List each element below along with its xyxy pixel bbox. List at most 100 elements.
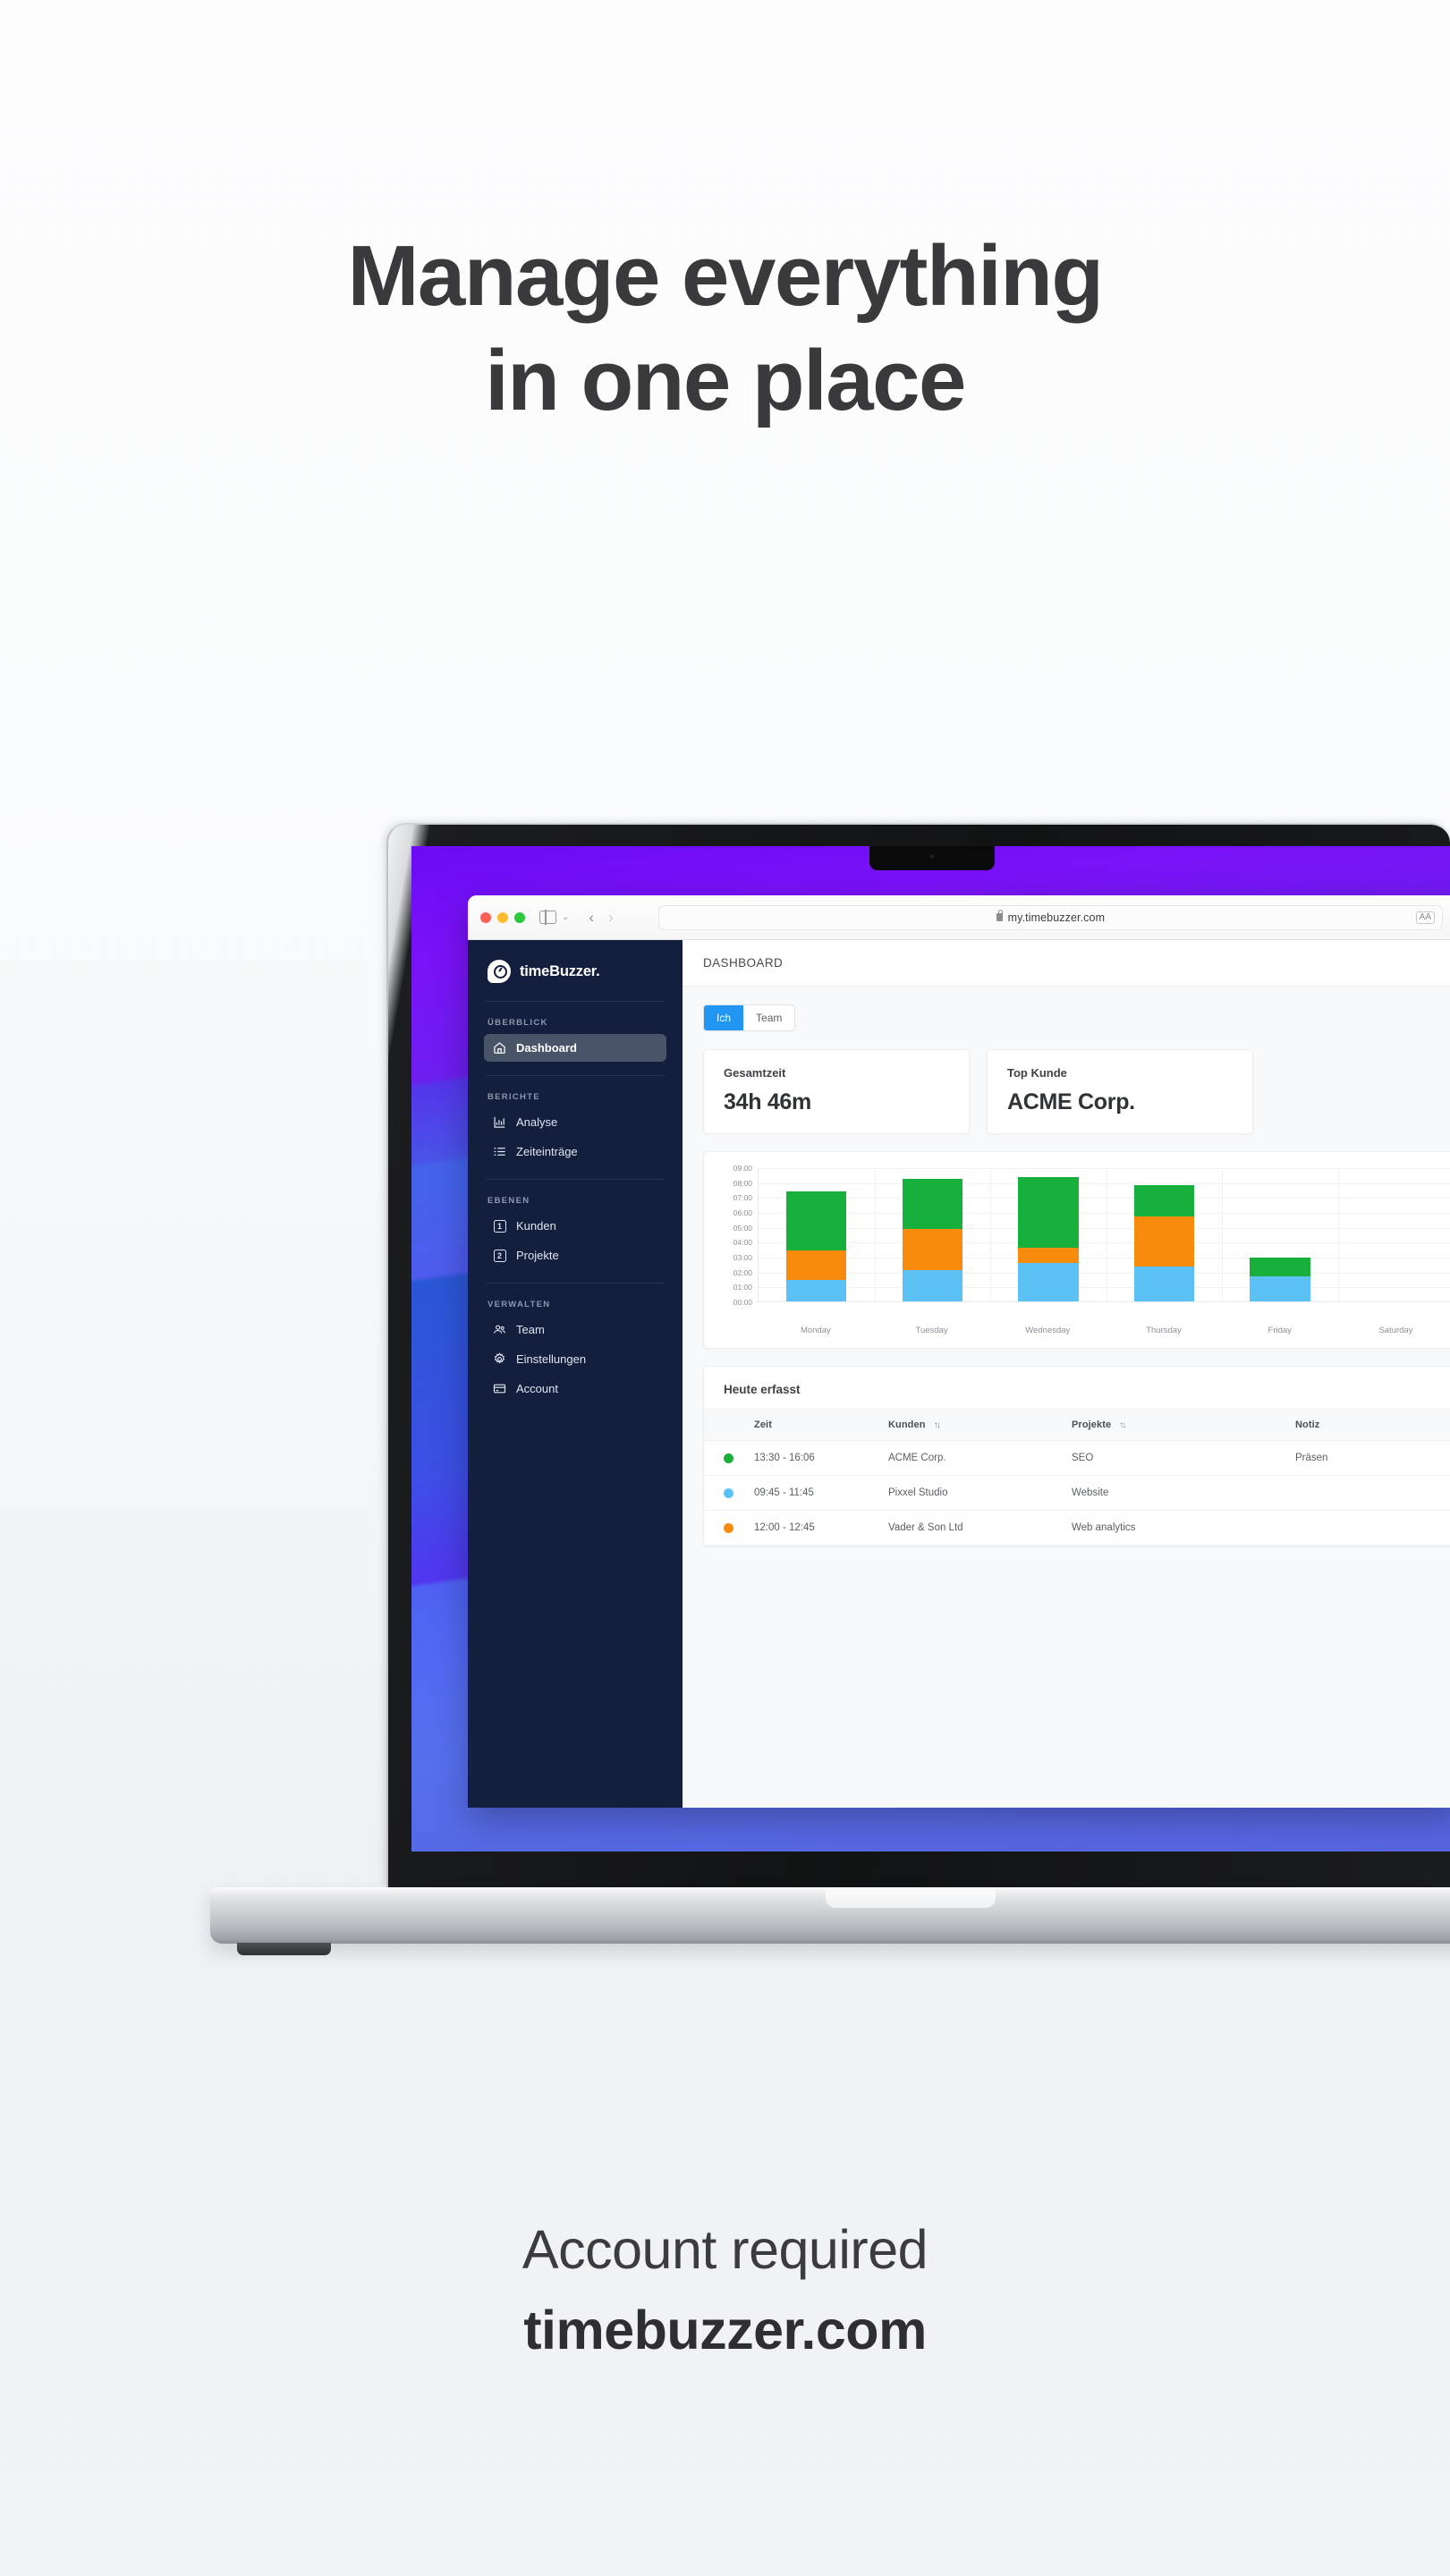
address-bar[interactable]: my.timebuzzer.com AA bbox=[657, 904, 1443, 930]
toggle-option-ich[interactable]: Ich bbox=[704, 1005, 744, 1030]
base-notch bbox=[825, 1887, 996, 1908]
chart-area: 00:00 01:00 02:00 03:00 04:00 05:00 06:00 07:00… bbox=[722, 1164, 1450, 1320]
sidebar-item-label: Einstellungen bbox=[516, 1352, 587, 1366]
chart-column[interactable] bbox=[874, 1168, 991, 1301]
browser-toolbar: ⌄ ‹ › my.timebuzzer.com AA bbox=[468, 895, 1450, 940]
chart-column[interactable] bbox=[990, 1168, 1107, 1301]
timebuzzer-logo-icon bbox=[488, 960, 511, 983]
app-main: DASHBOARD Ich Team Gesamtzeit 34h 46m To… bbox=[683, 940, 1450, 1808]
gear-icon bbox=[493, 1352, 506, 1366]
stacked-bar[interactable] bbox=[786, 1191, 847, 1301]
col-projekte-label: Projekte bbox=[1072, 1419, 1112, 1430]
sort-icon[interactable]: ↑↓ bbox=[1119, 1420, 1126, 1430]
x-tick-label: Saturday bbox=[1378, 1326, 1413, 1335]
sidebar-item-label: Kunden bbox=[516, 1219, 556, 1233]
y-tick-label: 08:00 bbox=[733, 1178, 752, 1188]
sidebar-item-dashboard[interactable]: Dashboard bbox=[484, 1034, 666, 1062]
y-tick-label: 05:00 bbox=[733, 1223, 752, 1233]
table-row[interactable]: 09:45 - 11:45 Pixxel Studio Website bbox=[704, 1475, 1450, 1511]
back-icon[interactable]: ‹ bbox=[589, 909, 594, 927]
number-2-icon: 2 bbox=[493, 1249, 506, 1262]
sidebar-item-label: Projekte bbox=[516, 1249, 559, 1262]
browser-nav: ‹ › bbox=[589, 909, 613, 927]
chevron-down-icon[interactable]: ⌄ bbox=[562, 912, 569, 922]
entries-table: Zeit Kunden ↑↓ Projekte ↑↓ Notiz 13:30 -… bbox=[704, 1409, 1450, 1546]
browser-window: ⌄ ‹ › my.timebuzzer.com AA timeBuzzer. Ü… bbox=[468, 895, 1450, 1808]
minimize-traffic-light[interactable] bbox=[497, 911, 508, 923]
laptop-mockup: ⌄ ‹ › my.timebuzzer.com AA timeBuzzer. Ü… bbox=[210, 823, 1450, 1995]
x-tick-label: Wednesday bbox=[1025, 1326, 1071, 1335]
stacked-bar[interactable] bbox=[1133, 1185, 1195, 1301]
table-head: Zeit Kunden ↑↓ Projekte ↑↓ Notiz bbox=[704, 1409, 1450, 1441]
table-body: 13:30 - 16:06 ACME Corp. SEO Präsen 09:45 - … bbox=[704, 1440, 1450, 1546]
sidebar-item-zeitentraege[interactable]: Zeiteinträge bbox=[484, 1138, 666, 1165]
toggle-option-team[interactable]: Team bbox=[743, 1005, 794, 1030]
headline-line-2: in one place bbox=[485, 333, 966, 429]
table-title: Heute erfasst bbox=[724, 1383, 801, 1396]
col-kunden-label: Kunden bbox=[888, 1419, 926, 1430]
col-kunden[interactable]: Kunden ↑↓ bbox=[888, 1409, 1072, 1441]
chart-column[interactable] bbox=[1337, 1168, 1450, 1301]
sidebar-item-account[interactable]: Account bbox=[484, 1375, 666, 1402]
bar-segment-green bbox=[786, 1191, 847, 1251]
sidebar-item-projekte[interactable]: 2 Projekte bbox=[484, 1241, 666, 1269]
color-dot bbox=[724, 1522, 733, 1533]
bar-segment-orange bbox=[902, 1228, 963, 1270]
stacked-bar[interactable] bbox=[902, 1178, 963, 1301]
row-projekt: Website bbox=[1072, 1475, 1295, 1511]
y-tick-label: 06:00 bbox=[733, 1208, 752, 1217]
bar-segment-blue bbox=[1133, 1266, 1195, 1301]
sidebar-item-team[interactable]: Team bbox=[484, 1316, 666, 1343]
sidebar-section-title: EBENEN bbox=[488, 1196, 530, 1206]
stacked-bar[interactable] bbox=[1018, 1176, 1079, 1301]
row-zeit: 12:00 - 12:45 bbox=[754, 1510, 888, 1546]
col-zeit: Zeit bbox=[754, 1409, 888, 1441]
sidebar-section-title: ÜBERBLICK bbox=[488, 1018, 548, 1028]
bar-segment-blue bbox=[1250, 1275, 1310, 1301]
app-topbar: DASHBOARD bbox=[683, 940, 1450, 987]
page-headline: Manage everything in one place bbox=[0, 224, 1450, 433]
chart-column[interactable] bbox=[1106, 1168, 1223, 1301]
row-color-cell bbox=[704, 1440, 754, 1476]
row-projekt: SEO bbox=[1072, 1440, 1295, 1476]
window-controls[interactable] bbox=[480, 911, 525, 923]
maximize-traffic-light[interactable] bbox=[514, 911, 525, 923]
row-notiz: Präsen bbox=[1295, 1440, 1450, 1476]
col-notiz: Notiz bbox=[1295, 1409, 1450, 1441]
col-projekte[interactable]: Projekte ↑↓ bbox=[1072, 1409, 1295, 1441]
footer-line-1: Account required bbox=[521, 2219, 929, 2280]
forward-icon[interactable]: › bbox=[608, 909, 614, 927]
sidebar-item-label: Team bbox=[516, 1323, 545, 1336]
row-projekt: Web analytics bbox=[1072, 1510, 1295, 1546]
bar-segment-orange bbox=[786, 1250, 847, 1281]
sidebar-item-label: Account bbox=[516, 1382, 558, 1395]
table-row[interactable]: 13:30 - 16:06 ACME Corp. SEO Präsen bbox=[704, 1440, 1450, 1476]
stat-card-label: Gesamtzeit bbox=[724, 1066, 786, 1080]
chart-x-axis: Monday Tuesday Wednesday Thursday Friday Satu… bbox=[758, 1326, 1450, 1335]
lock-icon bbox=[996, 910, 1003, 921]
sort-icon[interactable]: ↑↓ bbox=[934, 1420, 941, 1430]
footer-line-2: timebuzzer.com bbox=[523, 2300, 927, 2360]
table-row[interactable]: 12:00 - 12:45 Vader & Son Ltd Web analytic… bbox=[704, 1510, 1450, 1546]
sidebar-item-label: Analyse bbox=[516, 1115, 558, 1129]
stacked-bar[interactable] bbox=[1250, 1258, 1310, 1301]
sidebar-toggle-icon[interactable] bbox=[539, 910, 556, 925]
close-traffic-light[interactable] bbox=[480, 911, 491, 923]
y-tick-label: 07:00 bbox=[733, 1193, 752, 1203]
number-badge: 2 bbox=[493, 1249, 506, 1262]
sidebar-item-analyse[interactable]: Analyse bbox=[484, 1108, 666, 1136]
sidebar-item-kunden[interactable]: 1 Kunden bbox=[484, 1212, 666, 1240]
row-kunde: ACME Corp. bbox=[888, 1440, 1072, 1476]
chart-column[interactable] bbox=[1222, 1168, 1338, 1301]
sidebar-section-title: BERICHTE bbox=[488, 1092, 540, 1102]
chart-column[interactable] bbox=[759, 1168, 875, 1301]
color-dot bbox=[724, 1487, 733, 1498]
bar-segment-orange bbox=[1133, 1216, 1195, 1267]
sidebar-item-einstellungen[interactable]: Einstellungen bbox=[484, 1345, 666, 1373]
app-sidebar: timeBuzzer. ÜBERBLICK Dashboard BERICHTE… bbox=[468, 940, 683, 1808]
reader-size-icon[interactable]: AA bbox=[1415, 911, 1435, 924]
stat-card-value: ACME Corp. bbox=[1007, 1089, 1135, 1114]
brand[interactable]: timeBuzzer. bbox=[468, 940, 683, 1001]
url-text: my.timebuzzer.com bbox=[1007, 911, 1106, 924]
headline-line-1: Manage everything bbox=[347, 228, 1104, 324]
